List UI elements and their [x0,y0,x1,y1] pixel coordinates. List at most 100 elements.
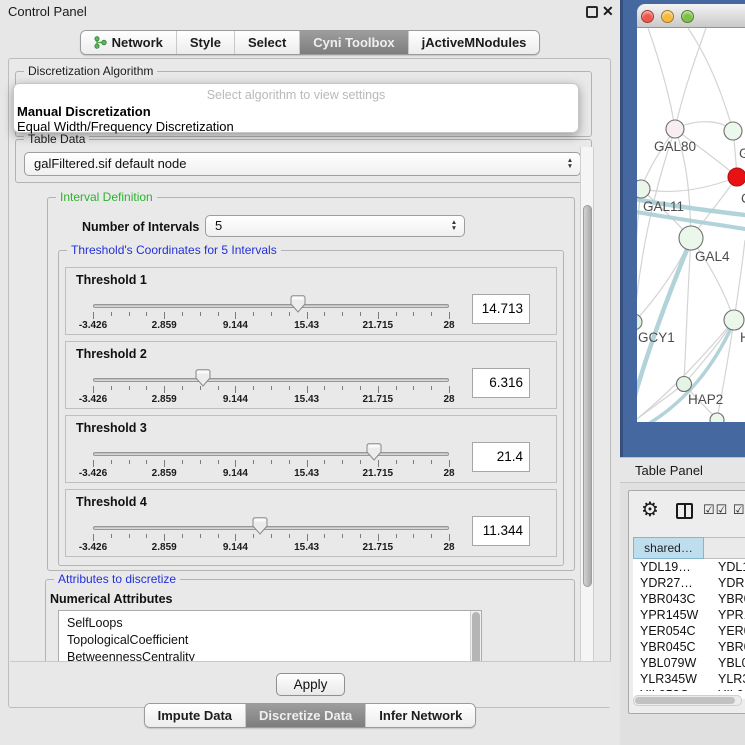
tab-style[interactable]: Style [176,31,234,54]
table-row[interactable]: YPR145WYPR1 [633,607,745,623]
threshold-slider-handle[interactable] [252,517,268,535]
tab-impute-data[interactable]: Impute Data [145,704,245,727]
apply-button[interactable]: Apply [276,673,346,696]
split-columns-icon[interactable] [676,503,693,519]
algorithm-option[interactable]: Equal Width/Frequency Discretization [17,119,575,134]
table-row[interactable]: YLR345WYLR3 [633,671,745,687]
red-node[interactable] [728,168,745,186]
G-node[interactable] [724,122,742,140]
threshold-slider-track[interactable] [93,378,449,382]
slider-tick [307,534,308,541]
GAL11-node[interactable] [637,180,650,198]
threshold-slider-handle[interactable] [290,295,306,313]
table-data-combobox[interactable]: galFiltered.sif default node ▲▼ [24,152,581,176]
close-icon[interactable]: ✕ [602,3,614,20]
minimize-traffic-light-icon[interactable] [661,10,674,23]
threshold-slider-track[interactable] [93,452,449,456]
threshold-value-field[interactable]: 14.713 [472,294,530,324]
table-row[interactable]: YDR27…YDR2 [633,575,745,591]
slider-tick [235,534,236,541]
slider-tick [307,460,308,467]
zoom-traffic-light-icon[interactable] [681,10,694,23]
slider-tick [93,534,94,541]
threshold-value-field[interactable]: 6.316 [472,368,530,398]
column-header-shared-name[interactable]: shared… [633,537,704,559]
slider-tick [449,460,450,467]
bottom-node[interactable] [710,413,724,422]
tab-infer-network[interactable]: Infer Network [365,704,475,727]
column-header-name[interactable]: n [704,537,745,559]
table-row[interactable]: YIL052CYIL0 [633,687,745,691]
slider-tick [218,312,219,316]
threshold-slider-handle[interactable] [366,443,382,461]
GCY1-node[interactable] [637,314,642,330]
gear-icon[interactable]: ⚙ [641,497,659,522]
slider-tick [182,312,183,316]
slider-tick [396,534,397,538]
GAL4-node[interactable] [679,226,703,250]
tab-label: Impute Data [158,708,232,723]
threshold-label: Threshold 2 [76,347,147,361]
node-label: GAL4 [695,249,730,264]
HAP2-node[interactable] [677,377,692,392]
table-row[interactable]: YBL079WYBL0 [633,655,745,671]
threshold-value-field[interactable]: 21.4 [472,442,530,472]
combo-stepper-icon[interactable]: ▲▼ [562,154,578,174]
slider-tick-label: -3.426 [79,542,107,553]
GAL80-neighbor[interactable] [666,120,684,138]
slider-tick [200,460,201,464]
slider-tick [218,534,219,538]
table-row[interactable]: YER054CYER0 [633,623,745,639]
table-row[interactable]: YDL19…YDL1 [633,559,745,575]
attribute-item[interactable]: SelfLoops [59,615,481,632]
slider-tick [271,460,272,464]
slider-tick [93,386,94,393]
attribute-item[interactable]: TopologicalCoefficient [59,632,481,649]
slider-tick [324,534,325,538]
slider-tick [342,386,343,390]
interval-definition-group: Interval Definition Number of Intervals … [47,197,575,571]
slider-tick [289,386,290,390]
tab-label: Network [112,35,163,50]
threshold-slider-track[interactable] [93,304,449,308]
combo-stepper-icon[interactable]: ▲▼ [446,217,462,235]
slider-tick [378,386,379,393]
threshold-value-field[interactable]: 11.344 [472,516,530,546]
slider-tick [235,460,236,467]
slider-tick [235,386,236,393]
close-traffic-light-icon[interactable] [641,10,654,23]
panel-scrollbar-thumb[interactable] [583,205,592,587]
number-of-intervals-combobox[interactable]: 5 ▲▼ [205,215,465,237]
cell-shared-name: YDL19… [633,559,713,575]
cell-name: YBR0 [713,591,745,607]
threshold-slider-handle[interactable] [195,369,211,387]
numerical-attributes-label: Numerical Attributes [50,592,172,606]
slider-tick-label: 9.144 [223,468,248,479]
slider-tick [378,312,379,319]
table-hscrollbar-thumb[interactable] [635,697,735,704]
tab-jactivemnodules[interactable]: jActiveMNodules [408,31,540,54]
tab-network[interactable]: Network [81,31,176,54]
H-node[interactable] [724,310,744,330]
tab-cyni-toolbox[interactable]: Cyni Toolbox [299,31,407,54]
tab-select[interactable]: Select [234,31,299,54]
slider-tick [342,534,343,538]
float-window-icon[interactable] [586,6,598,18]
slider-tick-label: 28 [443,394,454,405]
select-columns-icon[interactable]: ☑☑ ☑ [703,502,745,518]
threshold-slider-track[interactable] [93,526,449,530]
tab-label: Cyni Toolbox [313,35,394,50]
algorithm-option[interactable]: Manual Discretization [17,104,575,119]
table-row[interactable]: YBR043CYBR0 [633,591,745,607]
slider-tick [182,534,183,538]
network-window-titlebar[interactable] [637,4,745,28]
slider-tick [360,312,361,316]
slider-tick-label: 28 [443,320,454,331]
cell-shared-name: YBL079W [633,655,713,671]
table-hscrollbar[interactable] [633,695,742,706]
tab-discretize-data[interactable]: Discretize Data [245,704,365,727]
network-canvas[interactable]: GAL80GCGAL11GAL4GCY1HHAP2 [637,28,745,422]
panel-scrollbar[interactable] [580,147,594,661]
node-label: GCY1 [638,330,675,345]
table-row[interactable]: YBR045CYBR0 [633,639,745,655]
